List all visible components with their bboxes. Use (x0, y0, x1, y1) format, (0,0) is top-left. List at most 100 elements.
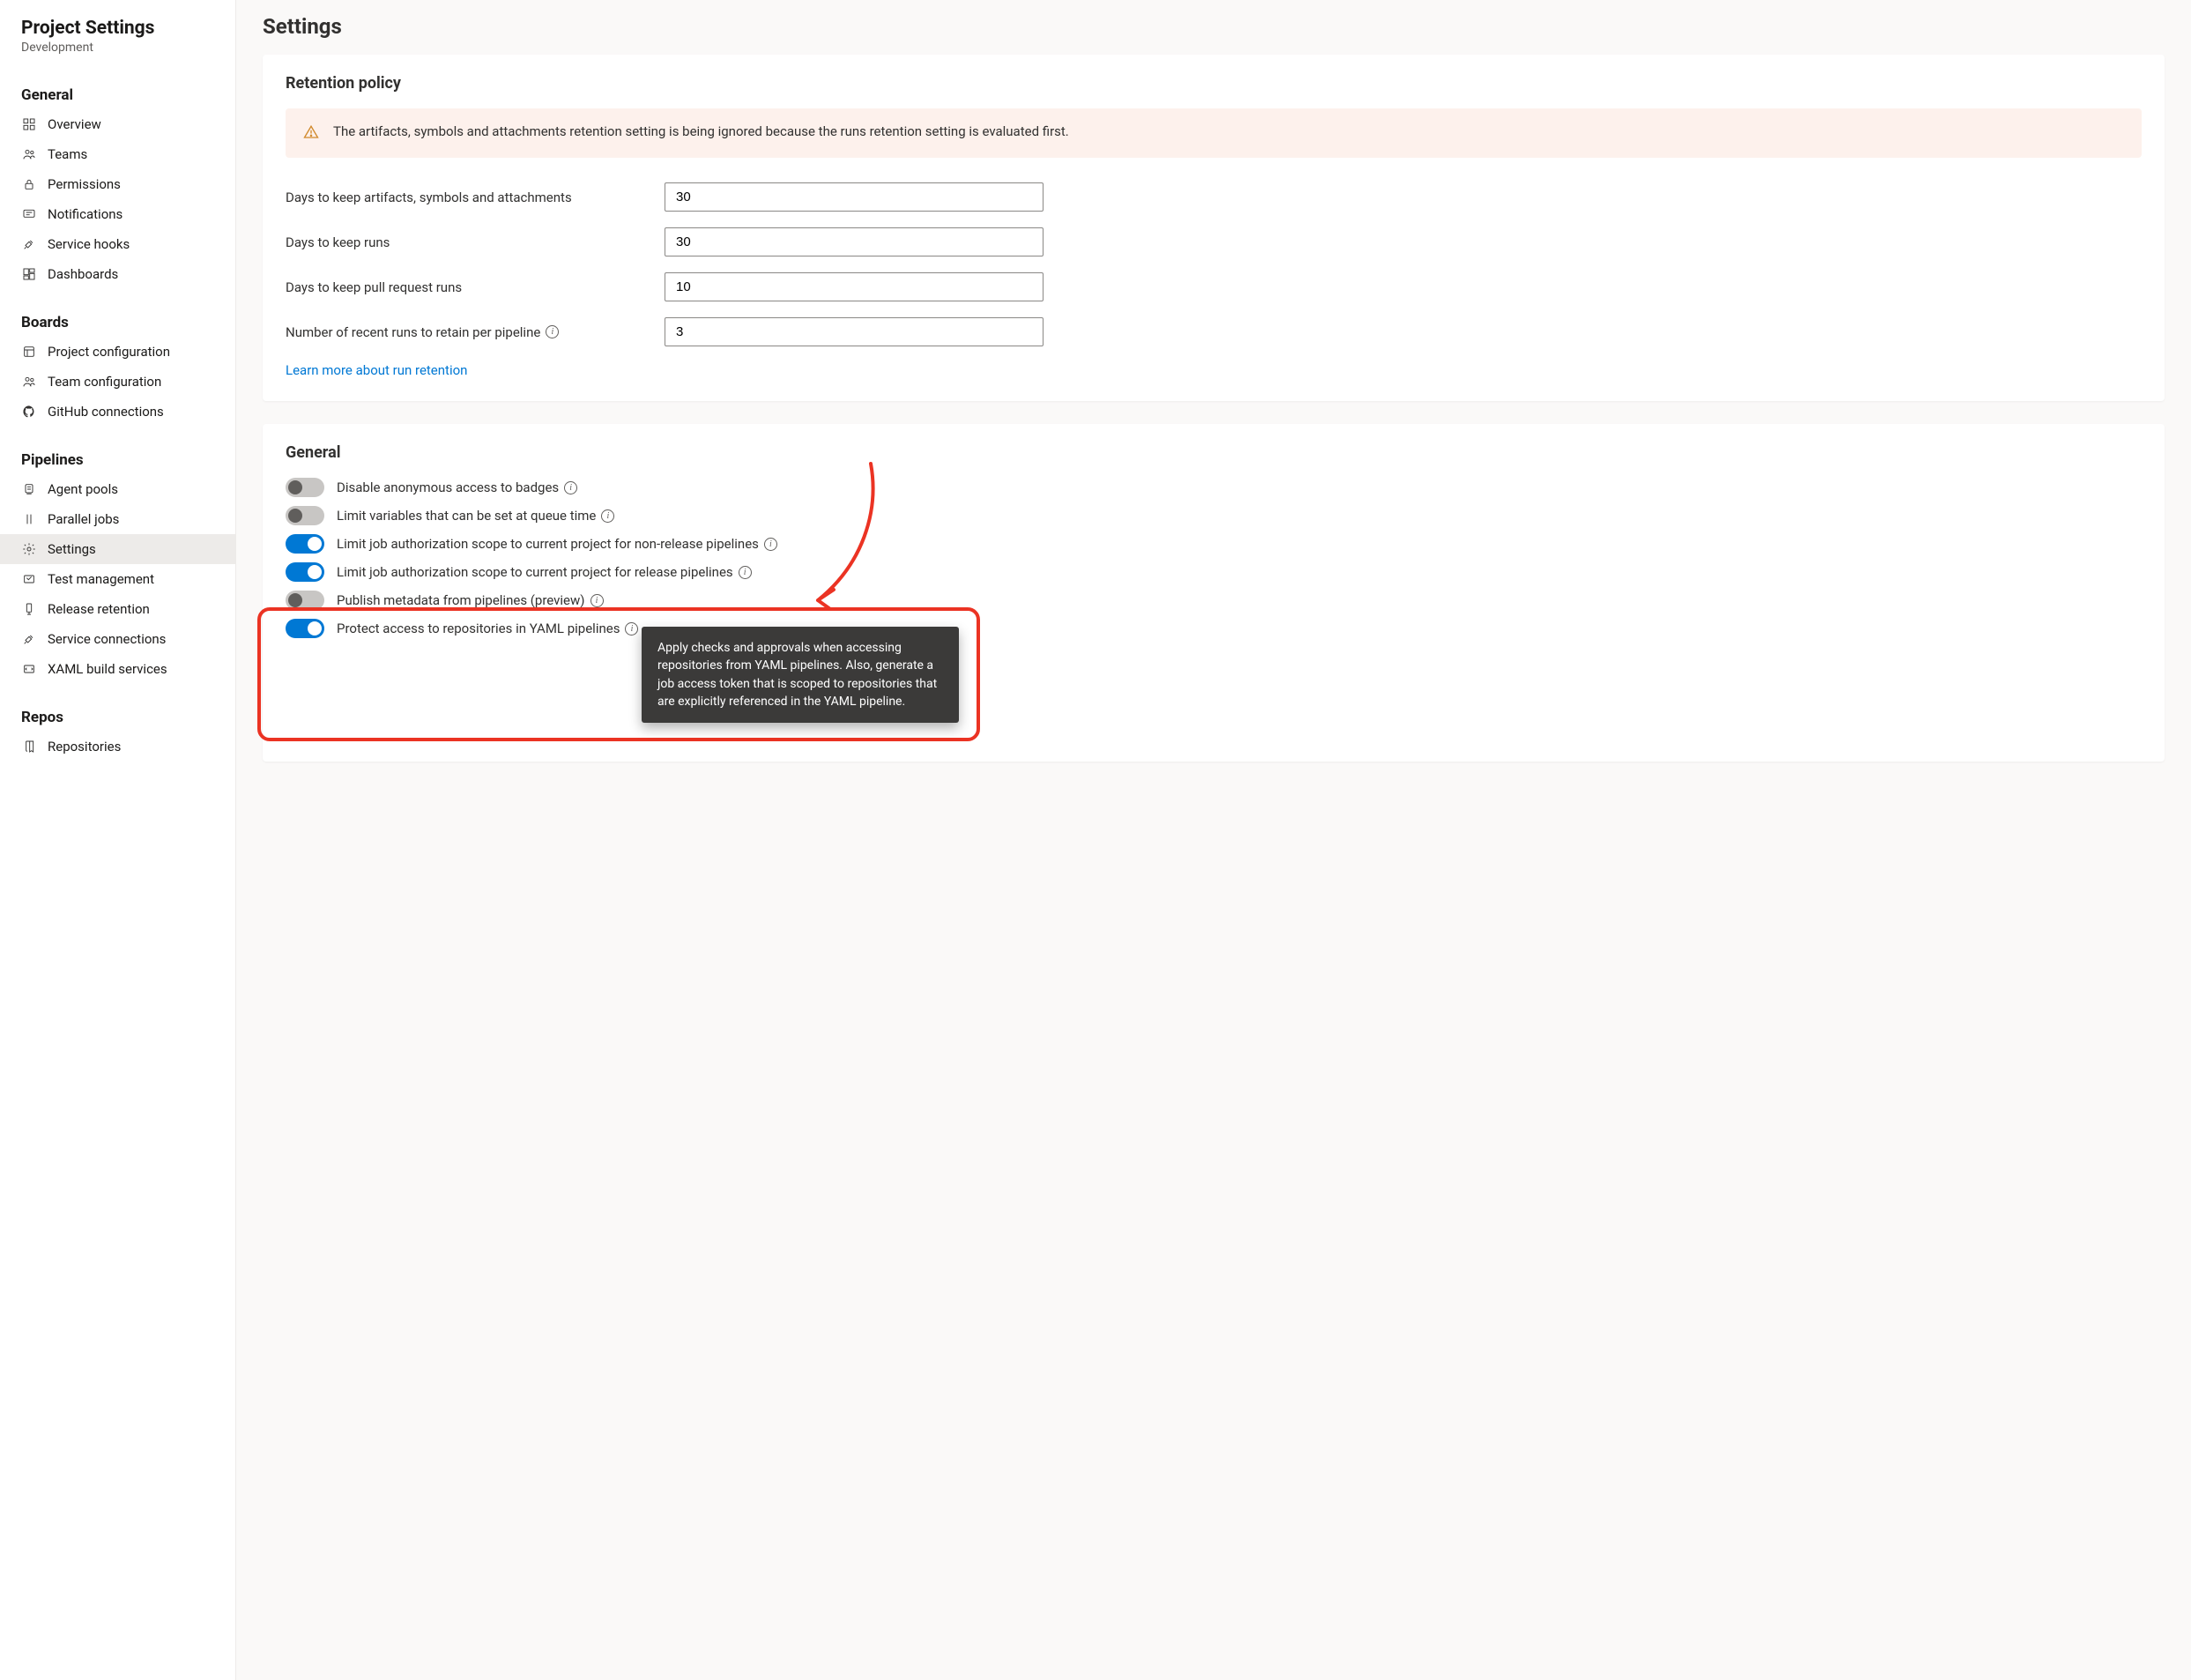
nav-heading: Repos (0, 703, 235, 732)
toggle-label: Disable anonymous access to badges i (337, 479, 577, 495)
artifacts-days-label: Days to keep artifacts, symbols and atta… (286, 190, 665, 205)
chat-icon (21, 206, 37, 222)
nav-heading: General (0, 81, 235, 109)
xaml-icon (21, 661, 37, 677)
sidebar-item-label: Permissions (48, 176, 121, 192)
parallel-icon (21, 511, 37, 527)
runs-days-label: Days to keep runs (286, 234, 665, 250)
general-title: General (286, 443, 2142, 462)
toggle-row: Limit job authorization scope to current… (286, 534, 2142, 554)
grid-icon (21, 116, 37, 132)
sidebar-subtitle: Development (21, 41, 214, 55)
sidebar-item-test-management[interactable]: Test management (0, 564, 235, 594)
sidebar-item-project-configuration[interactable]: Project configuration (0, 337, 235, 367)
sidebar-item-notifications[interactable]: Notifications (0, 199, 235, 229)
toggle-row: Disable anonymous access to badges i (286, 478, 2142, 497)
sidebar-item-parallel-jobs[interactable]: Parallel jobs (0, 504, 235, 534)
info-icon[interactable]: i (590, 594, 604, 607)
runs-days-input[interactable] (665, 227, 1044, 256)
alert-text: The artifacts, symbols and attachments r… (333, 123, 1069, 142)
sidebar-item-label: Team configuration (48, 374, 161, 390)
learn-more-link[interactable]: Learn more about run retention (286, 362, 467, 378)
teams-icon (21, 146, 37, 162)
sidebar-item-service-connections[interactable]: Service connections (0, 624, 235, 654)
warning-icon (303, 124, 319, 144)
info-icon[interactable]: i (739, 566, 752, 579)
info-icon[interactable]: i (601, 509, 614, 523)
sidebar-item-permissions[interactable]: Permissions (0, 169, 235, 199)
info-icon[interactable]: i (564, 481, 577, 494)
test-icon (21, 571, 37, 587)
sidebar-item-label: Teams (48, 146, 87, 162)
sidebar-item-label: Overview (48, 116, 101, 132)
recent-runs-label-text: Number of recent runs to retain per pipe… (286, 324, 540, 340)
toggle-row: Limit job authorization scope to current… (286, 562, 2142, 582)
sidebar-item-overview[interactable]: Overview (0, 109, 235, 139)
gear-icon (21, 541, 37, 557)
sidebar-item-github-connections[interactable]: GitHub connections (0, 397, 235, 427)
sidebar-item-dashboards[interactable]: Dashboards (0, 259, 235, 289)
toggle-switch[interactable] (286, 619, 324, 638)
toggle-row: Limit variables that can be set at queue… (286, 506, 2142, 525)
info-icon[interactable]: i (764, 538, 777, 551)
sidebar-item-label: Project configuration (48, 344, 170, 360)
tooltip-text: Apply checks and approvals when accessin… (657, 641, 937, 709)
sidebar-item-label: Service hooks (48, 236, 130, 252)
toggle-label: Limit job authorization scope to current… (337, 536, 777, 552)
toggle-label: Protect access to repositories in YAML p… (337, 621, 638, 636)
page-title: Settings (263, 14, 2165, 39)
retention-card: Retention policy The artifacts, symbols … (263, 55, 2165, 401)
toggle-label-text: Disable anonymous access to badges (337, 479, 559, 495)
sidebar-item-label: Test management (48, 571, 154, 587)
main-content: Settings Retention policy The artifacts,… (236, 0, 2191, 1680)
sidebar-item-label: XAML build services (48, 661, 167, 677)
sidebar-item-label: Agent pools (48, 481, 118, 497)
nav-heading: Boards (0, 308, 235, 337)
github-icon (21, 404, 37, 420)
sidebar-item-teams[interactable]: Teams (0, 139, 235, 169)
sidebar-title: Project Settings (21, 18, 214, 39)
sidebar-item-agent-pools[interactable]: Agent pools (0, 474, 235, 504)
artifacts-days-input[interactable] (665, 182, 1044, 212)
sidebar-item-label: Repositories (48, 739, 121, 755)
toggle-switch[interactable] (286, 591, 324, 610)
toggle-label-text: Limit job authorization scope to current… (337, 536, 759, 552)
sidebar-item-label: GitHub connections (48, 404, 164, 420)
sidebar-item-label: Parallel jobs (48, 511, 119, 527)
sidebar-item-settings[interactable]: Settings (0, 534, 235, 564)
info-icon[interactable]: i (625, 622, 638, 636)
toggle-label-text: Limit variables that can be set at queue… (337, 508, 596, 524)
sidebar-item-xaml-build-services[interactable]: XAML build services (0, 654, 235, 684)
toggle-switch[interactable] (286, 478, 324, 497)
toggle-row: Protect access to repositories in YAML p… (286, 619, 2142, 638)
release-icon (21, 601, 37, 617)
plug-icon (21, 631, 37, 647)
sidebar-item-repositories[interactable]: Repositories (0, 732, 235, 762)
sidebar-header: Project Settings Development (0, 18, 235, 62)
tooltip: Apply checks and approvals when accessin… (642, 627, 959, 723)
pr-runs-days-input[interactable] (665, 272, 1044, 301)
toggle-switch[interactable] (286, 506, 324, 525)
toggle-label: Limit job authorization scope to current… (337, 564, 752, 580)
toggle-switch[interactable] (286, 534, 324, 554)
sidebar-item-release-retention[interactable]: Release retention (0, 594, 235, 624)
toggle-row: Publish metadata from pipelines (preview… (286, 591, 2142, 610)
info-icon[interactable]: i (546, 325, 559, 338)
recent-runs-label: Number of recent runs to retain per pipe… (286, 324, 665, 340)
toggle-label-text: Publish metadata from pipelines (preview… (337, 592, 585, 608)
toggle-switch[interactable] (286, 562, 324, 582)
pr-runs-days-label: Days to keep pull request runs (286, 279, 665, 295)
toggle-label: Limit variables that can be set at queue… (337, 508, 614, 524)
recent-runs-input[interactable] (665, 317, 1044, 346)
sidebar-item-label: Settings (48, 541, 96, 557)
sidebar-item-service-hooks[interactable]: Service hooks (0, 229, 235, 259)
sidebar: Project Settings Development General Over… (0, 0, 236, 1680)
sidebar-item-label: Release retention (48, 601, 150, 617)
retention-title: Retention policy (286, 74, 2142, 93)
sidebar-item-label: Service connections (48, 631, 166, 647)
sidebar-item-team-configuration[interactable]: Team configuration (0, 367, 235, 397)
toggle-label-text: Limit job authorization scope to current… (337, 564, 733, 580)
toggle-label: Publish metadata from pipelines (preview… (337, 592, 604, 608)
nav-heading: Pipelines (0, 446, 235, 474)
dashboard-icon (21, 266, 37, 282)
